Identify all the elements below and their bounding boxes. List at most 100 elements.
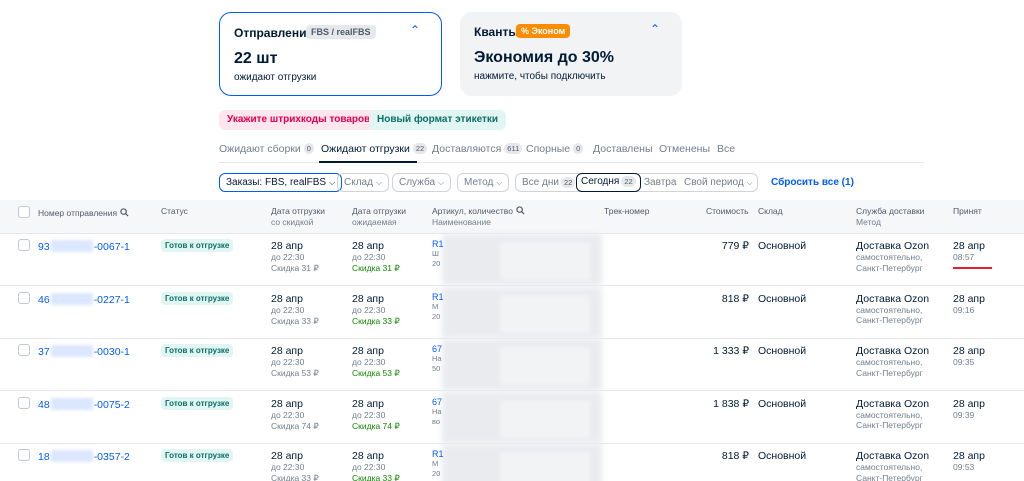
shipments-card-tag: FBS / realFBS <box>306 25 376 39</box>
ship-date-discount: 28 апр до 22:30 Скидка 33 ₽ <box>271 292 319 326</box>
status-badge: Готов к отгрузке <box>161 344 234 357</box>
warehouse-name: Основной <box>758 292 807 305</box>
tomorrow-option[interactable]: Завтра <box>644 174 676 191</box>
shipment-number-link[interactable]: 37 -0030-1 <box>38 345 130 358</box>
select-all-checkbox[interactable] <box>18 206 30 218</box>
highlight-underline <box>953 267 992 269</box>
method-filter[interactable]: Метод ⌵ <box>457 173 510 192</box>
price: 1 838 ₽ <box>713 397 749 410</box>
header-track: Трек-номер <box>604 206 650 216</box>
status-badge: Готов к отгрузке <box>161 291 234 305</box>
custom-period-option[interactable]: Свой период ⌵ <box>684 174 753 191</box>
accepted-at: 28 апр 09:39 <box>953 397 985 420</box>
shipment-number-link[interactable]: 48 -0075-2 <box>38 397 130 411</box>
blurred-product-thumb <box>500 452 590 481</box>
all-days-option[interactable]: Все дни 22 <box>522 174 576 191</box>
table-row[interactable]: 18 -0357-2 Готов к отгрузке 28 апр до 22:… <box>0 444 1024 481</box>
row-checkbox[interactable] <box>18 449 30 461</box>
reset-filters-link[interactable]: Сбросить все (1) <box>771 177 854 188</box>
delivery-service: Доставка Ozon самостоятельно, Санкт-Пете… <box>856 345 930 378</box>
orders-type-filter[interactable]: Заказы: FBS, realFBS ⌵ <box>219 173 343 192</box>
status-badge: Готов к отгрузке <box>161 239 234 252</box>
ship-date-discount: 28 апр до 22:30 Скидка 33 ₽ <box>271 450 319 481</box>
service-filter[interactable]: Служба ⌵ <box>392 173 452 192</box>
header-cost: Стоимость <box>706 206 749 216</box>
table-header: Номер отправления Статус Дата отгрузки со… <box>0 200 1024 234</box>
redacted-digits <box>50 450 93 462</box>
shipment-number-link[interactable]: 18 -0357-2 <box>38 450 130 463</box>
header-delivery: Служба доставки Метод <box>856 206 925 227</box>
redacted-digits <box>50 397 93 410</box>
header-ship-date: Дата отгрузки со скидкой <box>271 206 325 227</box>
price: 1 333 ₽ <box>713 345 749 357</box>
status-tabs: Ожидают сборки 0 Ожидают отгрузки 22 Доста… <box>219 140 924 163</box>
today-option[interactable]: Сегодня 22 <box>576 173 641 192</box>
tab-count: 611 <box>504 143 523 154</box>
row-checkbox[interactable] <box>18 239 30 251</box>
article-link[interactable]: R1 Ш 20 <box>432 239 444 269</box>
tab-delivered[interactable]: Доставлены <box>593 143 653 155</box>
table-row[interactable]: 37 -0030-1 Готов к отгрузке 28 апр до 22:… <box>0 339 1024 391</box>
article-link[interactable]: R1 М 20 <box>432 449 444 479</box>
status-badge: Готов к отгрузке <box>161 449 234 462</box>
new-label-format-button[interactable]: Новый формат этикетки <box>369 110 507 130</box>
article-link[interactable]: 67 На 50 <box>432 344 442 374</box>
ship-date-discount: 28 апр до 22:30 Скидка 74 ₽ <box>271 397 319 431</box>
delivery-service: Доставка Ozon самостоятельно, Санкт-Пете… <box>856 292 930 326</box>
table-row[interactable]: 46 -0227-1 Готов к отгрузке 28 апр до 22:… <box>0 286 1024 339</box>
barcodes-button[interactable]: Укажите штрихкоды товаров <box>219 110 379 130</box>
table-row[interactable]: 48 -0075-2 Готов к отгрузке 28 апр до 22:… <box>0 391 1024 444</box>
active-tab-underline <box>319 161 417 163</box>
header-accepted: Принят <box>953 206 982 216</box>
article-link[interactable]: 67 На во <box>432 397 442 427</box>
table-row[interactable]: 93 -0067-1 Готов к отгрузке 28 апр до 22:… <box>0 234 1024 286</box>
kvanty-econom-badge: % Эконом <box>516 24 571 38</box>
search-icon[interactable] <box>120 208 129 217</box>
kvanty-caption: нажмите, чтобы подключить <box>474 71 606 82</box>
accepted-at: 28 апр 09:35 <box>953 345 985 367</box>
ship-date-expected: 28 апр до 22:30 Скидка 33 ₽ <box>352 292 400 326</box>
blurred-product-thumb <box>500 347 590 385</box>
tab-awaiting-shipment[interactable]: Ожидают отгрузки 22 <box>321 143 428 155</box>
tab-count: 22 <box>412 143 428 154</box>
blurred-product-thumb <box>500 294 590 333</box>
tab-cancelled[interactable]: Отменены <box>659 143 710 155</box>
accepted-at: 28 апр 09:53 <box>953 450 985 472</box>
chevron-down-icon: ⌵ <box>329 178 336 187</box>
ship-date-expected: 28 апр до 22:30 Скидка 53 ₽ <box>352 345 400 378</box>
tab-awaiting-packaging[interactable]: Ожидают сборки 0 <box>219 143 314 155</box>
shipment-number-link[interactable]: 46 -0227-1 <box>38 292 130 306</box>
tab-count: 0 <box>303 143 314 154</box>
ship-date-expected: 28 апр до 22:30 Скидка 31 ₽ <box>352 240 400 273</box>
blurred-product-thumb <box>500 242 590 280</box>
warehouse-name: Основной <box>758 397 807 410</box>
row-checkbox[interactable] <box>18 396 30 409</box>
status-badge: Готов к отгрузке <box>161 396 234 410</box>
chevron-up-icon[interactable]: ⌃ <box>650 22 660 36</box>
ship-date-expected: 28 апр до 22:30 Скидка 74 ₽ <box>352 397 400 431</box>
tab-disputed[interactable]: Спорные 0 <box>526 143 584 155</box>
price: 818 ₽ <box>721 450 749 462</box>
row-checkbox[interactable] <box>18 291 30 304</box>
price: 818 ₽ <box>721 292 749 305</box>
delivery-service: Доставка Ozon самостоятельно, Санкт-Пете… <box>856 397 930 431</box>
article-link[interactable]: R1 М 20 <box>432 292 444 322</box>
kvanty-card-title: Кванты <box>474 25 519 39</box>
kvanty-card[interactable]: Кванты % Эконом ⌃ Экономия до 30% нажмит… <box>460 12 682 96</box>
shipments-card[interactable]: Отправления FBS / realFBS ⌃ 22 шт ожидаю… <box>219 12 442 96</box>
warehouse-name: Основной <box>758 240 807 252</box>
shipment-number-link[interactable]: 93 -0067-1 <box>38 240 130 253</box>
blurred-product-thumb <box>500 399 590 438</box>
search-icon[interactable] <box>516 206 525 215</box>
warehouse-name: Основной <box>758 450 807 462</box>
tab-all[interactable]: Все <box>717 143 735 155</box>
row-checkbox[interactable] <box>18 344 30 356</box>
delivery-service: Доставка Ozon самостоятельно, Санкт-Пете… <box>856 240 930 273</box>
warehouse-filter[interactable]: Склад ⌵ <box>337 173 390 192</box>
chevron-up-icon[interactable]: ⌃ <box>410 23 420 37</box>
chevron-down-icon: ⌵ <box>746 178 753 187</box>
shipments-card-title: Отправления <box>234 26 314 40</box>
header-ship-date-expected: Дата отгрузки ожидаемая <box>352 206 406 227</box>
tab-count: 0 <box>573 143 584 154</box>
tab-delivering[interactable]: Доставляются 611 <box>432 143 523 155</box>
